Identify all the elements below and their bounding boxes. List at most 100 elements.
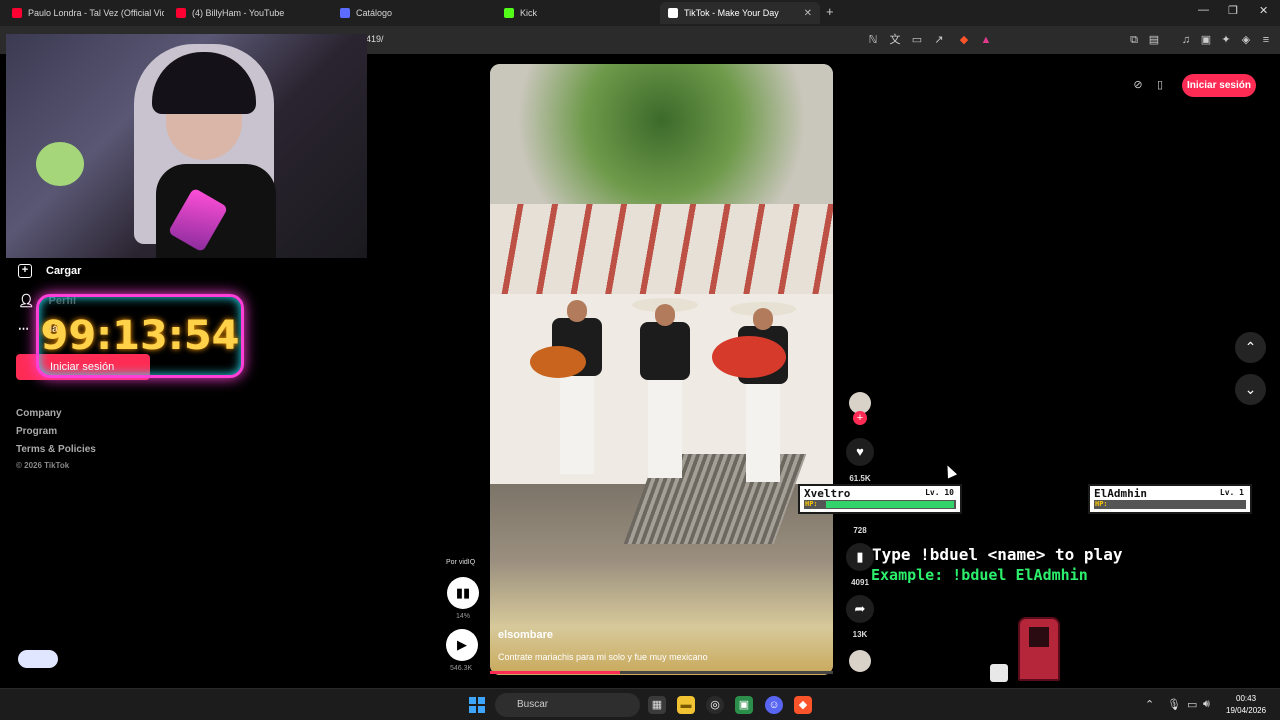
windows-taskbar: ⌕ Buscar ▦ ▬ ◎ ▣ ☺ ◆ ⌃ 🎙︎ ▭ 🔊︎ 00:43 19/…: [0, 688, 1280, 720]
kick-icon: [504, 8, 514, 18]
brave-browser-icon[interactable]: ◆: [794, 696, 812, 714]
hp-label: HP:: [805, 500, 818, 508]
menu-icon[interactable]: ≡: [1259, 33, 1273, 47]
knight-sprite: [1018, 617, 1060, 681]
vidiq-label: Por vidIQ: [446, 559, 476, 566]
mariachi-guitarist: [552, 300, 602, 474]
volume-icon[interactable]: 🔊︎: [1203, 698, 1210, 711]
video-player[interactable]: [490, 64, 833, 675]
browser-tab-active[interactable]: TikTok - Make Your Day ✕: [660, 2, 820, 24]
maximize-icon[interactable]: ❐: [1228, 4, 1238, 17]
clock-date[interactable]: 19/04/2026: [1226, 706, 1266, 715]
game-launcher-icon[interactable]: ▣: [735, 696, 753, 714]
footer-link-company[interactable]: Company: [16, 408, 62, 419]
plus-icon: +: [18, 264, 32, 278]
mariachi-guitarron: [730, 302, 796, 482]
profile-icon[interactable]: ✦: [1219, 33, 1233, 47]
share-count: 13K: [852, 630, 868, 639]
start-button[interactable]: [469, 697, 485, 713]
tab-title: (4) BillyHam - YouTube: [192, 8, 285, 18]
taskbar-search[interactable]: Buscar: [495, 693, 640, 717]
save-count: 4091: [851, 578, 869, 587]
microphone-icon[interactable]: 🎙︎: [1167, 698, 1181, 711]
browser-tab[interactable]: Kick: [496, 2, 656, 24]
sound-avatar[interactable]: [849, 650, 871, 672]
media-icon[interactable]: ♫: [1179, 33, 1193, 47]
video-progress-bar[interactable]: [490, 671, 833, 674]
footer-link-terms[interactable]: Terms & Policies: [16, 444, 96, 455]
opponent-level: Lv. 1: [1219, 488, 1244, 497]
header-login-button[interactable]: Iniciar sesión: [1182, 74, 1256, 97]
device-icon[interactable]: ▯: [1151, 76, 1169, 94]
store-icon[interactable]: ▦: [648, 696, 666, 714]
footer-link-program[interactable]: Program: [16, 426, 57, 437]
discord-icon[interactable]: ☺: [765, 696, 783, 714]
video-tree: [490, 64, 833, 204]
vidiq-percent: 14%: [456, 613, 471, 620]
game-instruction: Type !bduel <name> to play: [872, 545, 1123, 564]
tab-strip: Paulo Londra - Tal Vez (Official Video) …: [0, 0, 1280, 26]
video-progress-fill: [490, 671, 621, 674]
like-button[interactable]: ♥: [846, 438, 874, 466]
share-icon[interactable]: ↗: [932, 33, 946, 47]
clock-time[interactable]: 00:43: [1236, 694, 1256, 703]
follow-button[interactable]: +: [853, 411, 867, 425]
copyright: © 2026 TikTok: [16, 461, 70, 470]
stream-timer: 99:13:54: [36, 294, 244, 378]
vpn-icon[interactable]: ◈: [1239, 33, 1253, 47]
translate-icon[interactable]: 文: [888, 33, 902, 47]
play-button[interactable]: ▶: [446, 629, 478, 661]
roblox-icon: [340, 8, 350, 18]
opponent-hp-bar: HP:: [1094, 500, 1246, 509]
extension-toggle[interactable]: [18, 650, 58, 668]
cat-sprite: [990, 664, 1008, 682]
new-tab-button[interactable]: +: [826, 4, 834, 19]
cast-icon[interactable]: ▭: [910, 33, 924, 47]
webcam-overlay: [6, 34, 367, 258]
network-icon[interactable]: ▭: [1187, 698, 1197, 711]
opponent-card: ElAdmhin Lv. 1 HP:: [1088, 484, 1252, 514]
browser-tab[interactable]: Catálogo: [332, 2, 492, 24]
video-caption: Contrate mariachis para mi solo y fue mu…: [498, 652, 708, 662]
ai-icon[interactable]: ⊘: [1129, 76, 1147, 94]
minimize-icon[interactable]: —: [1198, 4, 1209, 16]
extensions-icon[interactable]: ⧉: [1127, 33, 1141, 47]
more-icon: ⋯: [18, 323, 29, 335]
game-example: Example: !bduel ElAdmhin: [871, 566, 1088, 584]
obs-icon[interactable]: ◎: [706, 696, 724, 714]
guitarron: [712, 336, 786, 378]
youtube-icon: [12, 8, 22, 18]
file-explorer-icon[interactable]: ▬: [677, 696, 695, 714]
frog-plush: [36, 142, 84, 186]
previous-video-button[interactable]: ⌃: [1235, 332, 1266, 363]
tray-overflow-icon[interactable]: ⌃: [1145, 698, 1154, 711]
tiktok-icon: [668, 8, 678, 18]
vidiq-views: 546.3K: [450, 665, 473, 672]
tab-title: Catálogo: [356, 8, 393, 18]
sidebar-icon[interactable]: ▤: [1147, 33, 1161, 47]
vidiq-stats-button[interactable]: ▮▮: [447, 577, 479, 609]
reader-mode-icon[interactable]: ℕ: [866, 33, 880, 47]
url-text[interactable]: 419/: [366, 34, 384, 44]
guitar: [530, 346, 586, 378]
browser-tab[interactable]: Paulo Londra - Tal Vez (Official Video): [4, 2, 164, 24]
next-video-button[interactable]: ⌄: [1235, 374, 1266, 405]
player-card: Xveltro Lv. 10 HP:: [798, 484, 962, 514]
close-window-icon[interactable]: ✕: [1259, 4, 1268, 17]
sidebar-item-label: Cargar: [46, 265, 82, 277]
browser-tab[interactable]: (4) BillyHam - YouTube: [168, 2, 328, 24]
rewards-icon[interactable]: ▲: [979, 33, 993, 47]
tab-title: Paulo Londra - Tal Vez (Official Video): [28, 8, 164, 18]
sidebar-item-upload[interactable]: + Cargar: [18, 264, 81, 278]
mariachi-trumpeter: [632, 298, 698, 478]
tab-title: TikTok - Make Your Day: [684, 8, 779, 18]
close-tab-icon[interactable]: ✕: [804, 8, 812, 19]
player-hp-bar: HP:: [804, 500, 956, 509]
brave-shield-icon[interactable]: ◆: [957, 33, 971, 47]
player-level: Lv. 10: [925, 488, 954, 497]
tab-title: Kick: [520, 8, 538, 18]
video-username[interactable]: elsombare: [498, 629, 553, 641]
save-button[interactable]: ▮: [846, 543, 874, 571]
wallet-icon[interactable]: ▣: [1199, 33, 1213, 47]
share-button[interactable]: ➦: [846, 595, 874, 623]
